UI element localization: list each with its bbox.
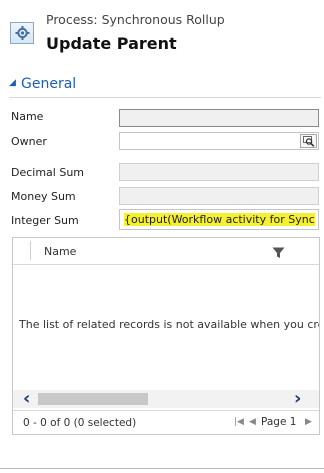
owner-field[interactable] <box>119 132 319 150</box>
decimal-sum-label: Decimal Sum <box>11 166 85 179</box>
integer-sum-value: {output(Workflow activity for Sync <box>124 213 315 226</box>
decimal-sum-field[interactable] <box>119 163 319 181</box>
money-sum-field[interactable] <box>119 187 319 205</box>
column-header-name[interactable]: Name <box>44 245 76 258</box>
lookup-icon[interactable] <box>300 134 317 148</box>
scroll-right-icon[interactable]: › <box>294 390 301 408</box>
grid-header: Name <box>13 238 319 265</box>
scroll-thumb[interactable] <box>38 393 148 405</box>
bottom-divider <box>0 468 324 469</box>
records-count: 0 - 0 of 0 (0 selected) <box>23 417 137 429</box>
related-records-grid: Name The list of related records is not … <box>12 237 320 435</box>
grid-footer: 0 - 0 of 0 (0 selected) |◀ ◀ Page 1 ▶ <box>13 410 319 435</box>
name-field[interactable] <box>119 109 319 127</box>
first-page-icon[interactable]: |◀ <box>234 417 244 427</box>
owner-label: Owner <box>11 135 47 148</box>
process-icon <box>10 22 34 44</box>
next-page-icon[interactable]: ▶ <box>305 417 312 427</box>
integer-sum-label: Integer Sum <box>11 214 79 227</box>
section-title-general[interactable]: General <box>21 76 76 92</box>
filter-icon[interactable] <box>272 244 285 263</box>
scroll-left-icon[interactable]: ‹ <box>23 390 30 408</box>
section-divider <box>9 97 321 98</box>
page-title: Update Parent <box>46 34 177 53</box>
collapse-section-icon[interactable]: ◢ <box>9 78 16 88</box>
empty-grid-message: The list of related records is not avail… <box>19 318 319 331</box>
previous-page-icon[interactable]: ◀ <box>249 417 256 427</box>
page-indicator: Page 1 <box>261 416 297 428</box>
money-sum-label: Money Sum <box>11 190 76 203</box>
process-subtitle: Process: Synchronous Rollup <box>46 12 225 27</box>
horizontal-scrollbar[interactable]: ‹ › <box>13 390 319 408</box>
column-separator <box>30 241 31 260</box>
name-label: Name <box>11 110 44 123</box>
integer-sum-field[interactable]: {output(Workflow activity for Sync <box>119 209 319 230</box>
